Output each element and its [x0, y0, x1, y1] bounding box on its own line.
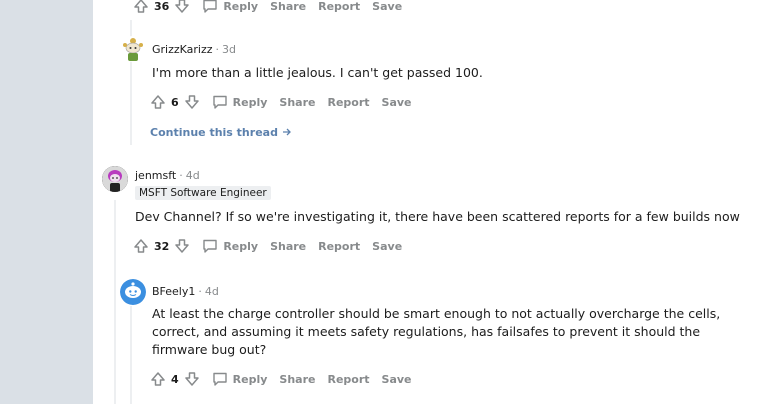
avatar[interactable] — [120, 36, 146, 62]
vote-score: 36 — [154, 0, 170, 13]
speech-bubble-icon — [212, 372, 227, 386]
vote-score: 4 — [171, 372, 179, 386]
author-name[interactable]: jenmsft — [135, 169, 176, 182]
comment-action-bar: 32 Reply Share Report Save — [133, 235, 414, 257]
downvote-arrow-icon[interactable] — [184, 94, 200, 110]
vote-score: 6 — [171, 95, 179, 109]
comment-header: BFeely1 · 4d — [152, 285, 219, 298]
page-background — [0, 0, 93, 404]
report-button[interactable]: Report — [318, 240, 360, 253]
upvote-arrow-icon[interactable] — [133, 238, 149, 254]
save-button[interactable]: Save — [372, 240, 402, 253]
speech-bubble-icon — [212, 95, 227, 109]
report-button[interactable]: Report — [318, 0, 360, 13]
downvote-arrow-icon[interactable] — [174, 238, 190, 254]
reply-button[interactable]: Reply — [202, 238, 258, 254]
upvote-arrow-icon[interactable] — [133, 0, 149, 14]
separator-dot: · — [198, 285, 202, 298]
comment-action-bar: 36 Reply Share Report Save — [133, 0, 414, 17]
comment-header: GrizzKarizz · 3d — [152, 43, 236, 56]
avatar[interactable] — [120, 279, 146, 305]
reply-label: Reply — [232, 95, 268, 109]
reply-label: Reply — [223, 239, 259, 253]
report-button[interactable]: Report — [327, 96, 369, 109]
comment-header: jenmsft · 4d — [135, 169, 200, 182]
report-button[interactable]: Report — [327, 373, 369, 386]
arrow-right-icon — [282, 128, 291, 136]
snoo-avatar-icon — [123, 38, 143, 61]
save-button[interactable]: Save — [382, 96, 412, 109]
snoo-avatar-icon — [102, 166, 128, 192]
reply-label: Reply — [223, 0, 259, 13]
comment-body: I'm more than a little jealous. I can't … — [152, 65, 483, 80]
upvote-arrow-icon[interactable] — [150, 94, 166, 110]
reply-button[interactable]: Reply — [212, 94, 268, 110]
share-button[interactable]: Share — [270, 0, 306, 13]
avatar[interactable] — [102, 166, 128, 192]
upvote-arrow-icon[interactable] — [150, 371, 166, 387]
author-name[interactable]: BFeely1 — [152, 285, 195, 298]
comment-action-bar: 4 Reply Share Report Save — [150, 368, 424, 390]
share-button[interactable]: Share — [279, 373, 315, 386]
downvote-arrow-icon[interactable] — [174, 0, 190, 14]
comment-thread-panel: 36 Reply Share Report Save GrizzKarizz ·… — [93, 0, 759, 404]
reply-button[interactable]: Reply — [202, 0, 258, 14]
save-button[interactable]: Save — [382, 373, 412, 386]
user-flair: MSFT Software Engineer — [135, 186, 271, 200]
save-button[interactable]: Save — [372, 0, 402, 13]
speech-bubble-icon — [203, 239, 218, 253]
share-button[interactable]: Share — [270, 240, 306, 253]
thread-line[interactable] — [130, 306, 132, 404]
vote-score: 32 — [154, 239, 170, 253]
reply-label: Reply — [232, 372, 268, 386]
comment-timestamp[interactable]: 4d — [186, 169, 200, 182]
comment-body: At least the charge controller should be… — [152, 306, 721, 357]
reply-button[interactable]: Reply — [212, 371, 268, 387]
comment-timestamp[interactable]: 3d — [222, 43, 236, 56]
comment-timestamp[interactable]: 4d — [205, 285, 219, 298]
continue-thread-label: Continue this thread — [150, 126, 278, 139]
author-name[interactable]: GrizzKarizz — [152, 43, 213, 56]
thread-line[interactable] — [114, 200, 116, 404]
speech-bubble-icon — [203, 0, 218, 13]
comment-action-bar: 6 Reply Share Report Save — [150, 91, 424, 113]
separator-dot: · — [215, 43, 220, 56]
separator-dot: · — [179, 169, 183, 182]
share-button[interactable]: Share — [279, 96, 315, 109]
snoo-avatar-icon — [120, 279, 146, 305]
comment-body: Dev Channel? If so we're investigating i… — [135, 209, 740, 224]
downvote-arrow-icon[interactable] — [184, 371, 200, 387]
continue-thread-link[interactable]: Continue this thread — [150, 126, 292, 139]
